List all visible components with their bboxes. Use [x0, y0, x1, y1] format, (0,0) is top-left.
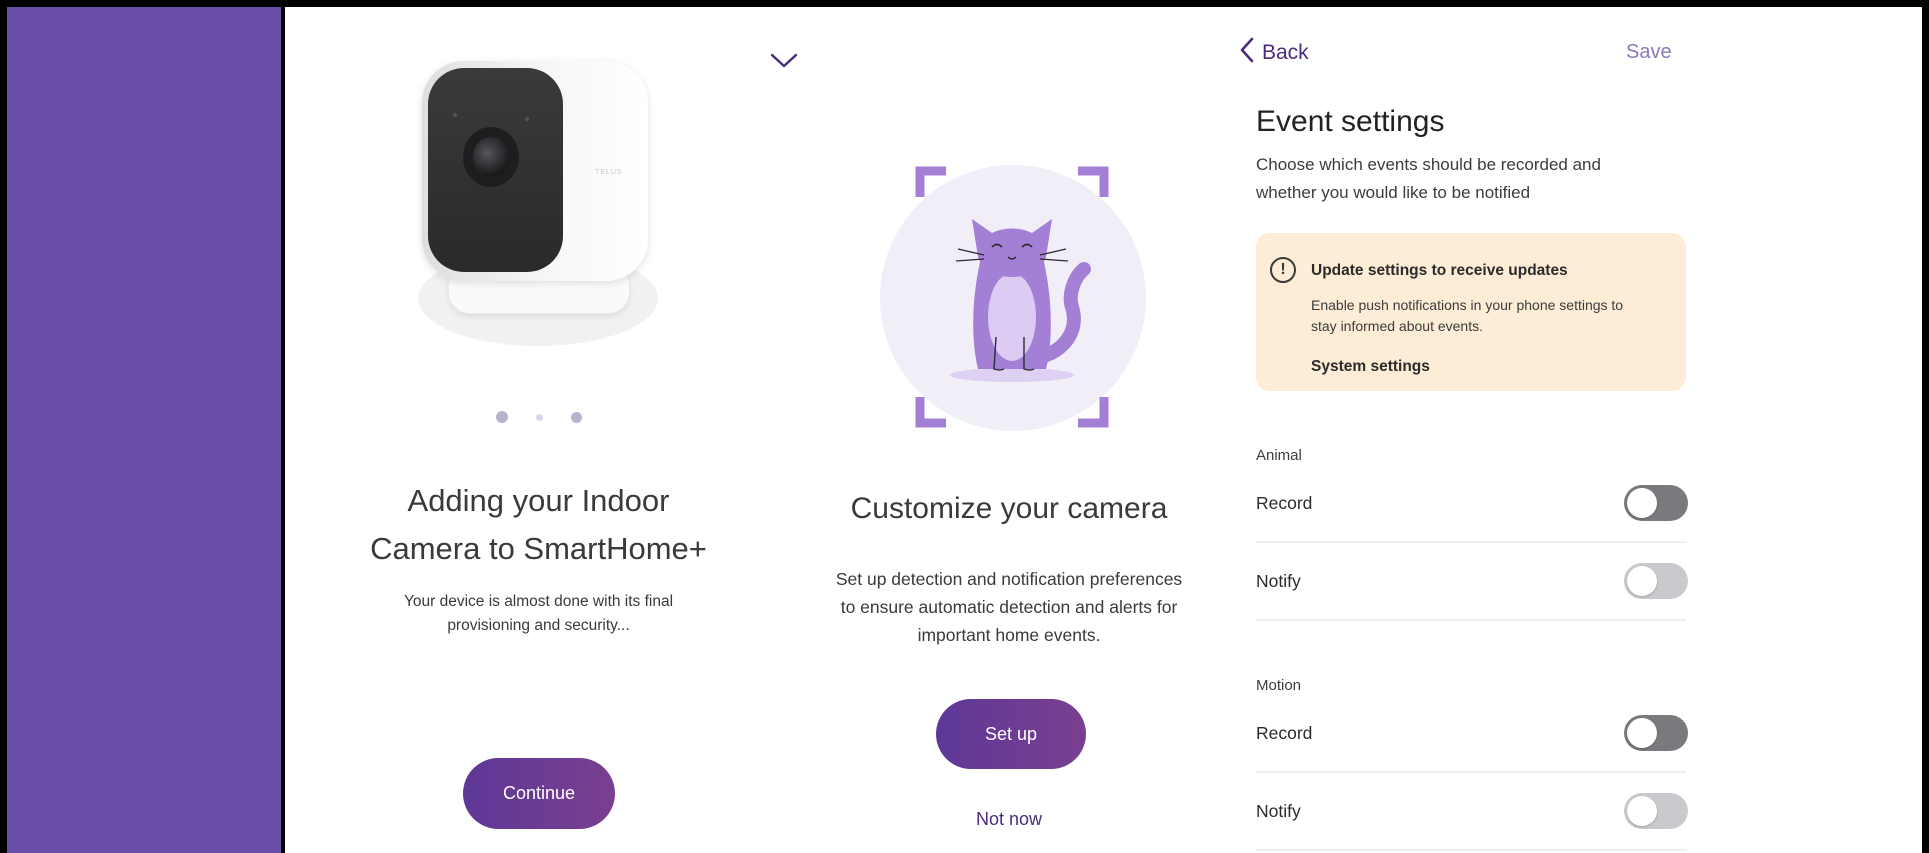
- animal-record-row: Record: [1256, 465, 1688, 543]
- carousel-dot-active[interactable]: [495, 411, 508, 423]
- chevron-down-icon[interactable]: [769, 51, 799, 76]
- chevron-left-icon: [1240, 37, 1254, 69]
- onboarding-panel: TELUS Adding your Indoor Camera to Smart…: [285, 7, 792, 853]
- subtitle-line: Choose which events should be recorded a…: [1256, 155, 1601, 174]
- page-subtitle: Choose which events should be recorded a…: [1256, 151, 1686, 207]
- camera-sensor: [525, 117, 529, 121]
- not-now-link[interactable]: Not now: [792, 809, 1226, 830]
- notification-alert: ! Update settings to receive updates Ena…: [1256, 233, 1686, 391]
- row-label: Record: [1256, 723, 1313, 743]
- toggle-knob: [1627, 566, 1657, 596]
- back-button[interactable]: Back: [1240, 37, 1309, 69]
- subtitle-line: whether you would like to be notified: [1256, 183, 1531, 202]
- customize-panel: Customize your camera Set up detection a…: [770, 7, 1226, 853]
- back-label: Back: [1262, 41, 1309, 64]
- save-button[interactable]: Save: [1626, 41, 1672, 64]
- exclamation-icon: !: [1270, 257, 1296, 283]
- motion-notify-row: Notify: [1256, 773, 1688, 851]
- cat-detection-icon: [912, 157, 1112, 442]
- toggle-knob: [1627, 718, 1657, 748]
- carousel-dot[interactable]: [535, 413, 543, 421]
- title-line: Camera to SmartHome+: [370, 531, 707, 566]
- animal-record-toggle[interactable]: [1624, 485, 1688, 521]
- alert-title: Update settings to receive updates: [1311, 262, 1568, 279]
- description-line: provisioning and security...: [447, 617, 630, 634]
- row-label: Notify: [1256, 571, 1301, 591]
- motion-notify-toggle[interactable]: [1624, 793, 1688, 829]
- description-line: important home events.: [917, 625, 1101, 645]
- alert-text: Enable push notifications in your phone …: [1311, 295, 1671, 337]
- continue-button[interactable]: Continue: [463, 758, 615, 829]
- title-line: Adding your Indoor: [407, 483, 670, 518]
- panel-title: Adding your Indoor Camera to SmartHome+: [285, 477, 792, 573]
- section-label-animal: Animal: [1256, 447, 1302, 464]
- sidebar: [7, 7, 281, 853]
- description-line: to ensure automatic detection and alerts…: [840, 597, 1178, 617]
- toggle-knob: [1627, 488, 1657, 518]
- description-line: Your device is almost done with its fina…: [403, 593, 674, 610]
- system-settings-link[interactable]: System settings: [1311, 358, 1430, 376]
- motion-record-row: Record: [1256, 695, 1688, 773]
- app-frame: TELUS Adding your Indoor Camera to Smart…: [7, 7, 1922, 853]
- panel-description: Set up detection and notification prefer…: [792, 565, 1226, 649]
- camera-logo: TELUS: [595, 169, 623, 176]
- alert-text-line: stay informed about events.: [1311, 318, 1483, 334]
- row-label: Notify: [1256, 801, 1301, 821]
- event-settings-panel: Back Save Event settings Choose which ev…: [1226, 7, 1922, 853]
- row-label: Record: [1256, 493, 1313, 513]
- motion-record-toggle[interactable]: [1624, 715, 1688, 751]
- carousel-indicator: [285, 411, 792, 423]
- camera-lens: [473, 137, 509, 177]
- animal-notify-row: Notify: [1256, 543, 1688, 621]
- description-line: Set up detection and notification prefer…: [835, 569, 1183, 589]
- toggle-knob: [1627, 796, 1657, 826]
- page-title: Event settings: [1256, 105, 1445, 138]
- panel-title: Customize your camera: [850, 492, 1168, 525]
- section-label-motion: Motion: [1256, 677, 1302, 694]
- animal-notify-toggle[interactable]: [1624, 563, 1688, 599]
- carousel-dot[interactable]: [570, 411, 582, 423]
- setup-button[interactable]: Set up: [936, 699, 1086, 769]
- panel-description: Your device is almost done with its fina…: [285, 590, 792, 638]
- alert-text-line: Enable push notifications in your phone …: [1311, 297, 1624, 313]
- camera-sensor: [453, 113, 457, 117]
